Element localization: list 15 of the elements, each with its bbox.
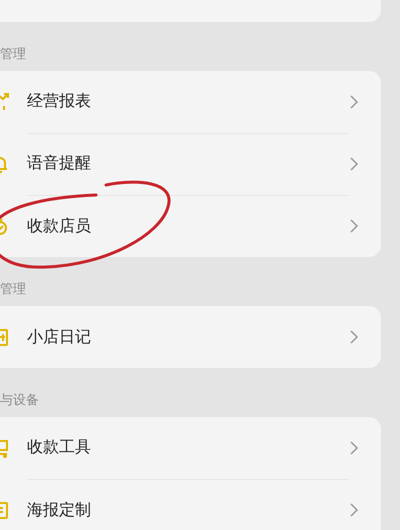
section-title: 管理 [0, 282, 26, 297]
menu-item[interactable]: 经营报表 [0, 71, 381, 133]
section-title: 与设备 [0, 393, 39, 408]
chevron-right-icon [349, 219, 359, 233]
chevron-right-icon [349, 503, 359, 517]
section-title: 管理 [0, 47, 26, 62]
menu-item[interactable]: 海报定制 [0, 479, 381, 530]
chevron-right-icon [349, 441, 359, 455]
chevron-right-icon [349, 330, 359, 344]
menu-item[interactable]: 收款店员 [0, 195, 381, 257]
chevron-right-icon [349, 157, 359, 171]
menu-item[interactable]: 收款工具 [0, 417, 381, 479]
menu-item[interactable]: 小店日记 [0, 306, 381, 368]
chevron-right-icon [349, 95, 359, 109]
menu-item[interactable]: 语音提醒 [0, 133, 381, 195]
